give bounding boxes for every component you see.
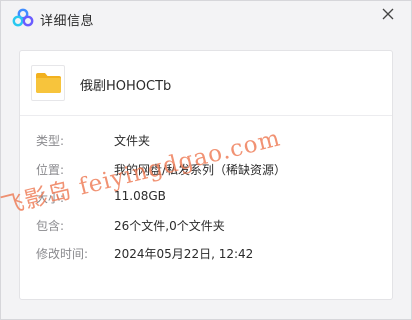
window-title: 详细信息 [40,14,95,29]
cloud-logo-icon [12,8,34,28]
size-label: 大小: [36,191,65,205]
location-value[interactable]: 我的网盘/私发系列（稀缺资源） [114,161,286,178]
file-header: 俄剧HOHOCTb [20,51,392,116]
close-icon [382,8,394,20]
size-value: 11.08GB [114,189,166,203]
close-button[interactable] [378,4,398,24]
type-label: 类型: [36,134,65,148]
contains-value: 26个文件,0个文件夹 [114,219,225,233]
contains-label: 包含: [36,219,65,233]
title-bar: 详细信息 [1,1,411,37]
details-window: 详细信息 俄剧HOHOCTb 类型: 文件夹 位置: 我的网盘/私发系列（稀缺资… [0,0,412,320]
location-label: 位置: [36,163,65,177]
file-name: 俄剧HOHOCTb [80,79,172,94]
type-value: 文件夹 [114,134,151,148]
modified-time-label: 修改时间: [36,247,89,261]
folder-thumbnail [31,65,65,101]
modified-time-value: 2024年05月22日, 12:42 [114,247,254,261]
details-panel: 俄剧HOHOCTb 类型: 文件夹 位置: 我的网盘/私发系列（稀缺资源） 大小… [19,50,393,300]
folder-icon [36,73,61,93]
